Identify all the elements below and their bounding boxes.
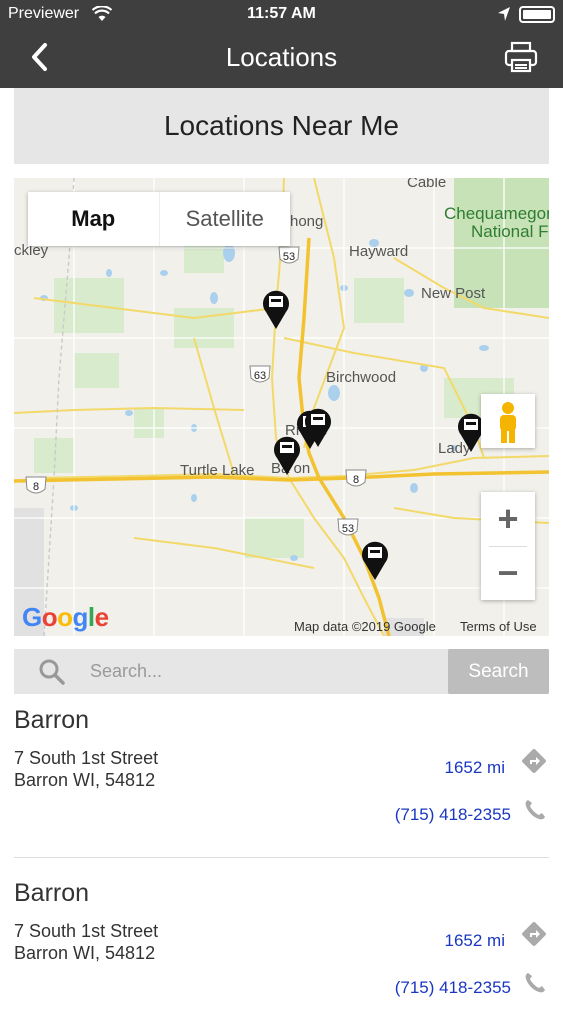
section-title: Locations Near Me xyxy=(14,88,549,164)
map-pin[interactable] xyxy=(361,539,389,581)
location-address-line2: Barron WI, 54812 xyxy=(14,770,156,790)
print-button[interactable] xyxy=(504,41,538,78)
route-shield-53-south: 53 xyxy=(337,518,359,536)
search-button[interactable]: Search xyxy=(448,649,549,694)
map-label-new-post: New Post xyxy=(421,285,486,302)
street-view-button[interactable] xyxy=(481,394,535,448)
location-pin-icon xyxy=(263,290,289,329)
map-label-cable: Cable xyxy=(407,178,447,191)
svg-text:63: 63 xyxy=(254,370,266,382)
location-phone[interactable]: (715) 418-2355 xyxy=(395,978,511,998)
location-item[interactable]: Barron 7 South 1st Street Barron WI, 548… xyxy=(14,879,549,1029)
map-label-chequamegon: Chequamegon xyxy=(444,204,549,223)
route-shield-63: 63 xyxy=(249,365,271,383)
zoom-out-button[interactable]: − xyxy=(481,546,535,600)
directions-icon[interactable] xyxy=(521,748,547,779)
map-type-map-button[interactable]: Map xyxy=(28,192,160,246)
zoom-divider xyxy=(489,546,527,547)
map-pin[interactable] xyxy=(262,288,290,330)
zoom-control: + − xyxy=(481,492,535,600)
map-pin[interactable] xyxy=(304,406,332,448)
printer-icon xyxy=(504,41,538,73)
map-label-turtle-lake: Turtle Lake xyxy=(180,462,255,479)
location-distance: 1652 mi xyxy=(444,758,505,777)
google-logo: Google xyxy=(22,602,109,632)
location-pin-icon xyxy=(362,541,388,580)
location-address-line1: 7 South 1st Street xyxy=(14,921,159,941)
location-name: Barron xyxy=(14,879,90,907)
route-shield-8-east: 8 xyxy=(345,469,367,487)
map-label-hong: hong xyxy=(290,213,324,230)
search-icon xyxy=(38,658,66,691)
route-shield-8-west: 8 xyxy=(25,476,47,494)
nav-bar: Locations xyxy=(0,30,563,88)
map-attribution: Map data ©2019 Google xyxy=(294,619,436,634)
zoom-in-button[interactable]: + xyxy=(481,492,535,546)
phone-icon[interactable] xyxy=(523,798,547,827)
map-terms-link[interactable]: Terms of Use xyxy=(460,619,537,634)
svg-text:8: 8 xyxy=(353,474,359,486)
map-type-satellite-button[interactable]: Satellite xyxy=(160,192,291,246)
page-title: Locations xyxy=(225,42,338,72)
location-pin-icon xyxy=(274,436,300,475)
location-phone[interactable]: (715) 418-2355 xyxy=(395,805,511,825)
location-address-line2: Barron WI, 54812 xyxy=(14,943,156,963)
map-label-national: National F xyxy=(471,222,549,241)
route-shield-53-north: 53 xyxy=(278,246,300,264)
status-bar: Previewer 11:57 AM xyxy=(0,0,563,30)
svg-text:53: 53 xyxy=(283,251,295,263)
search-input[interactable] xyxy=(90,655,440,687)
list-divider xyxy=(14,857,549,858)
location-address-line1: 7 South 1st Street xyxy=(14,748,159,768)
map-type-toggle: Map Satellite xyxy=(28,192,290,246)
location-name: Barron xyxy=(14,706,90,734)
phone-icon[interactable] xyxy=(523,971,547,1000)
location-distance: 1652 mi xyxy=(444,931,505,950)
battery-icon xyxy=(519,6,555,23)
map-label-birchwood: Birchwood xyxy=(326,369,397,386)
search-bar: Search xyxy=(14,649,549,694)
svg-text:8: 8 xyxy=(33,481,39,493)
clock: 11:57 AM xyxy=(247,5,316,22)
location-pin-icon xyxy=(305,408,331,447)
pegman-icon xyxy=(500,402,516,443)
location-arrow-icon xyxy=(497,6,511,27)
map-label-hayward: Hayward xyxy=(349,243,409,260)
svg-text:53: 53 xyxy=(342,523,354,535)
location-item[interactable]: Barron 7 South 1st Street Barron WI, 548… xyxy=(14,706,549,856)
map-view[interactable]: Cable Chequamegon National F hong ckley … xyxy=(14,178,549,636)
directions-icon[interactable] xyxy=(521,921,547,952)
map-pin[interactable] xyxy=(273,434,301,476)
